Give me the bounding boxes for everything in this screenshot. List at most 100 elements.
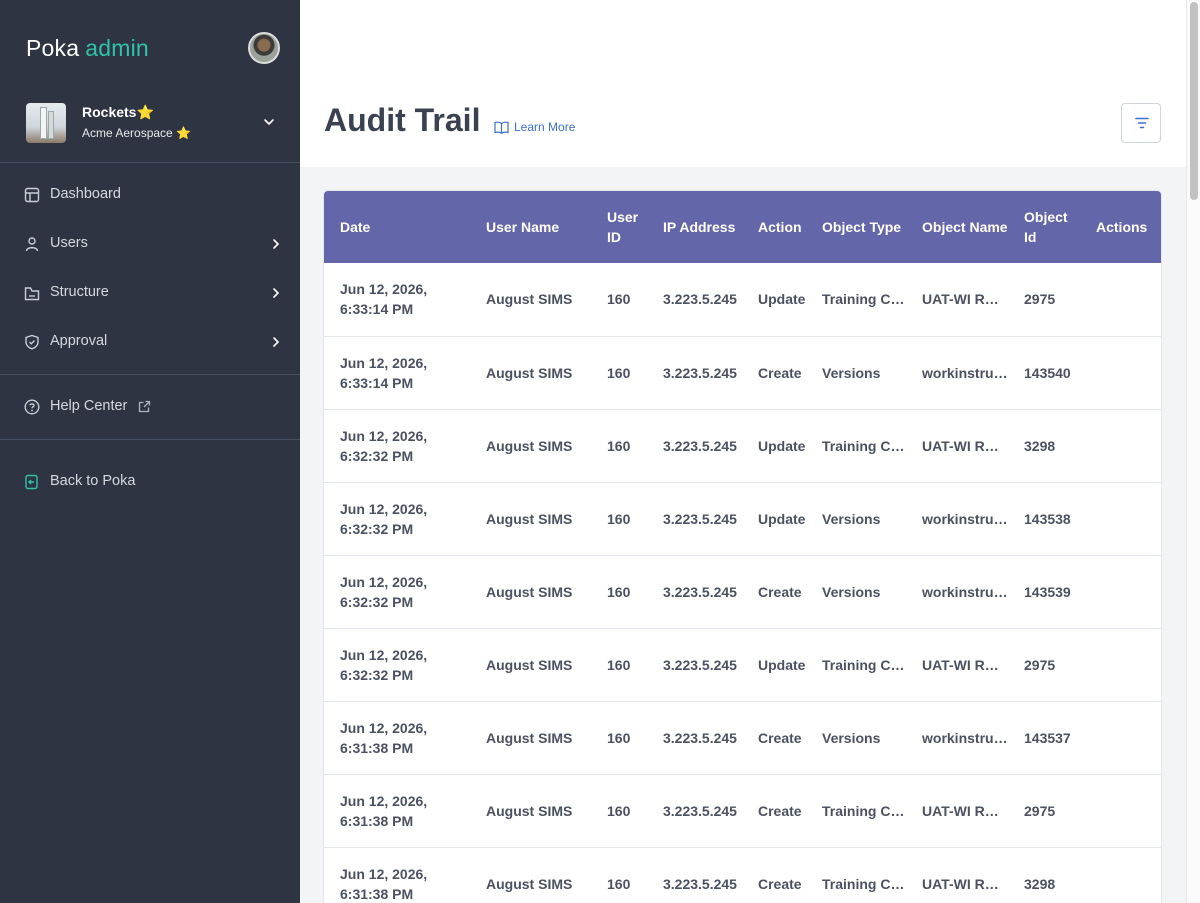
chevron-right-icon (273, 288, 280, 298)
column-header-object-type[interactable]: Object Type (806, 191, 906, 263)
cell-date: Jun 12, 2026, 6:31:38 PM (324, 847, 470, 903)
cell-action: Update (758, 510, 806, 527)
vertical-scrollbar[interactable] (1186, 0, 1200, 903)
date-line: Jun 12, 2026, (340, 792, 428, 809)
cell-object-id: 2975 (1024, 656, 1056, 673)
cell-date: Jun 12, 2026, 6:32:32 PM (324, 555, 470, 628)
cell-user-id: 160 (607, 729, 631, 746)
time-line: 6:31:38 PM (340, 885, 414, 902)
cell-actions (1080, 336, 1161, 409)
chevron-down-icon[interactable] (262, 115, 276, 129)
table-row[interactable]: Jun 12, 2026, 6:32:32 PM August SIMS 160 3.2… (324, 628, 1161, 701)
cell-actions (1080, 847, 1161, 903)
filter-button[interactable] (1121, 103, 1161, 143)
logo-row: Poka admin (26, 32, 280, 64)
date-line: Jun 12, 2026, (340, 865, 428, 882)
cell-user-name: August SIMS (486, 437, 573, 454)
sidebar-item-label: Dashboard (50, 186, 121, 202)
help-circle-icon (24, 399, 40, 415)
divider (0, 439, 300, 440)
column-header-actions: Actions (1096, 219, 1148, 235)
logo-main: Poka (26, 35, 80, 61)
cell-object-name: workinstru… (922, 583, 1008, 600)
cell-date: Jun 12, 2026, 6:33:14 PM (324, 336, 470, 409)
cell-action: Create (758, 875, 802, 892)
sidebar-item-dashboard[interactable]: Dashboard (24, 185, 284, 207)
column-header-object-id[interactable]: Object Id (1008, 191, 1080, 263)
cell-date: Jun 12, 2026, 6:31:38 PM (324, 701, 470, 774)
cell-object-name: UAT-WI RE… (922, 437, 1008, 454)
cell-ip-address: 3.223.5.245 (663, 291, 737, 308)
chevron-right-icon (273, 239, 280, 249)
cell-date: Jun 12, 2026, 6:31:38 PM (324, 774, 470, 847)
sidebar-item-help-center[interactable]: Help Center (24, 397, 284, 419)
divider (0, 162, 300, 163)
page-title: Audit Trail (324, 102, 481, 138)
cell-object-id: 3298 (1024, 875, 1056, 892)
column-header-user-name[interactable]: User Name (470, 191, 591, 263)
sidebar-item-users[interactable]: Users (24, 234, 284, 256)
table-header-row: Date User Name User ID IP Address Action… (324, 191, 1161, 263)
cell-date: Jun 12, 2026, 6:32:32 PM (324, 482, 470, 555)
book-icon (494, 121, 509, 134)
table-row[interactable]: Jun 12, 2026, 6:33:14 PM August SIMS 160 3.2… (324, 263, 1161, 336)
cell-object-type: Versions (822, 729, 881, 746)
org-subtitle: Acme Aerospace ⭐ (82, 126, 191, 140)
learn-more-link[interactable]: Learn More (494, 120, 575, 134)
column-header-user-id[interactable]: User ID (591, 191, 647, 263)
time-line: 6:31:38 PM (340, 812, 414, 829)
table-row[interactable]: Jun 12, 2026, 6:32:32 PM August SIMS 160 3.2… (324, 555, 1161, 628)
table-row[interactable]: Jun 12, 2026, 6:33:14 PM August SIMS 160 3.2… (324, 336, 1161, 409)
back-to-poka-link[interactable]: Back to Poka (24, 472, 284, 494)
sidebar-item-label: Structure (50, 284, 109, 300)
cell-user-id: 160 (607, 875, 631, 892)
column-header-ip-address[interactable]: IP Address (647, 191, 742, 263)
cell-action: Create (758, 364, 802, 381)
sidebar-item-label: Help Center (50, 398, 128, 414)
column-header-action[interactable]: Action (742, 191, 806, 263)
scrollbar-thumb[interactable] (1190, 2, 1198, 200)
cell-ip-address: 3.223.5.245 (663, 729, 737, 746)
cell-user-id: 160 (607, 583, 631, 600)
organization-switcher[interactable]: Rockets⭐ Acme Aerospace ⭐ (26, 103, 286, 145)
cell-date: Jun 12, 2026, 6:32:32 PM (324, 628, 470, 701)
cell-user-name: August SIMS (486, 875, 573, 892)
cell-object-id: 3298 (1024, 437, 1056, 454)
cell-ip-address: 3.223.5.245 (663, 656, 737, 673)
org-name: Rockets⭐ (82, 104, 154, 120)
poka-admin-logo[interactable]: Poka admin (26, 35, 149, 61)
external-link-icon (138, 400, 151, 413)
logo-accent: admin (85, 35, 149, 61)
cell-ip-address: 3.223.5.245 (663, 802, 737, 819)
date-line: Jun 12, 2026, (340, 427, 428, 444)
time-line: 6:33:14 PM (340, 301, 414, 318)
filter-icon (1135, 117, 1149, 129)
date-line: Jun 12, 2026, (340, 719, 428, 736)
table-row[interactable]: Jun 12, 2026, 6:32:32 PM August SIMS 160 3.2… (324, 409, 1161, 482)
avatar[interactable] (248, 32, 280, 64)
column-header-object-name[interactable]: Object Name (906, 191, 1008, 263)
cell-ip-address: 3.223.5.245 (663, 583, 737, 600)
column-header-date[interactable]: Date (324, 191, 470, 263)
table-row[interactable]: Jun 12, 2026, 6:31:38 PM August SIMS 160 3.2… (324, 701, 1161, 774)
table-row[interactable]: Jun 12, 2026, 6:32:32 PM August SIMS 160 3.2… (324, 482, 1161, 555)
cell-actions (1080, 701, 1161, 774)
cell-date: Jun 12, 2026, 6:32:32 PM (324, 409, 470, 482)
time-line: 6:32:32 PM (340, 666, 414, 683)
sidebar-item-structure[interactable]: Structure (24, 283, 284, 305)
cell-object-id: 143537 (1024, 729, 1071, 746)
cell-actions (1080, 263, 1161, 336)
sidebar-item-approval[interactable]: Approval (24, 332, 284, 354)
cell-object-id: 143539 (1024, 583, 1071, 600)
sidebar-item-label: Approval (50, 333, 108, 349)
chevron-right-icon (273, 337, 280, 347)
table-row[interactable]: Jun 12, 2026, 6:31:38 PM August SIMS 160 3.2… (324, 774, 1161, 847)
time-line: 6:33:14 PM (340, 374, 414, 391)
cell-user-name: August SIMS (486, 729, 573, 746)
shield-check-icon (25, 334, 39, 350)
cell-object-type: Training C… (822, 802, 905, 819)
table-row[interactable]: Jun 12, 2026, 6:31:38 PM August SIMS 160 3.2… (324, 847, 1161, 903)
cell-user-name: August SIMS (486, 656, 573, 673)
learn-more-label: Learn More (514, 120, 576, 134)
cell-user-name: August SIMS (486, 802, 573, 819)
